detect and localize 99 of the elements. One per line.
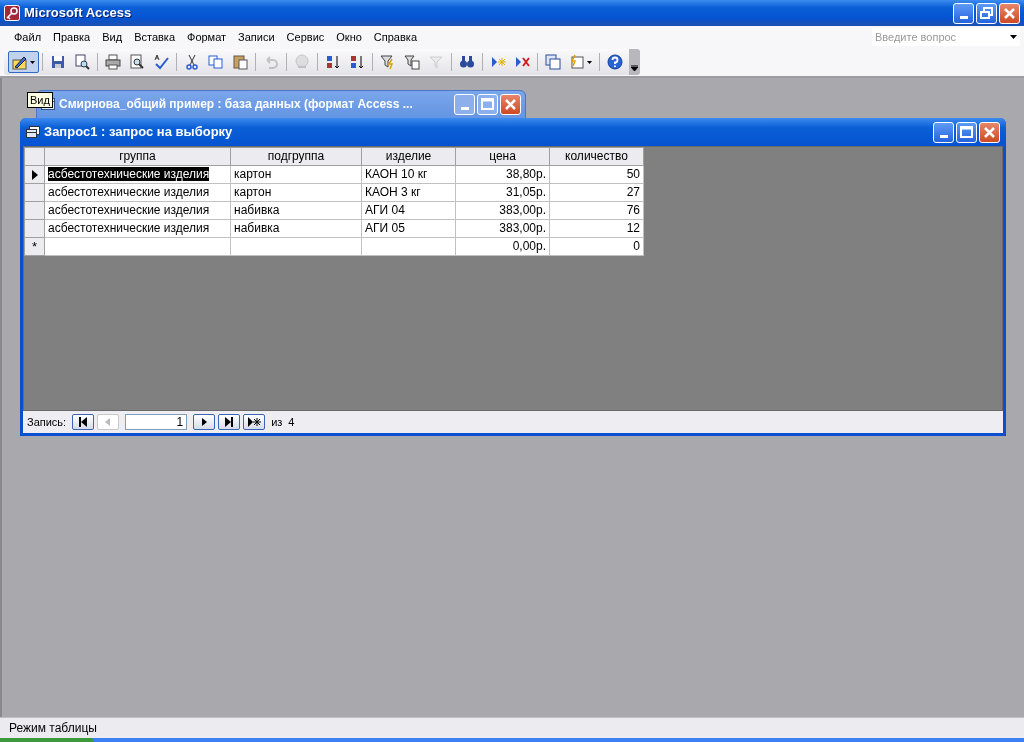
table-cell: 31,05р.	[505, 185, 546, 199]
sort-descending-icon	[349, 54, 365, 70]
column-header[interactable]: цена	[455, 147, 550, 166]
close-icon	[1004, 7, 1015, 19]
menu-item[interactable]: Окно	[330, 28, 368, 46]
table-cell: 12	[626, 221, 640, 235]
table-cell: 38,80р.	[505, 167, 546, 181]
maximize-icon	[960, 126, 973, 138]
column-header[interactable]: изделие	[361, 147, 456, 166]
new-record-icon	[247, 417, 262, 427]
window-title: Смирнова_общий пример : база данных (формат Access ...	[59, 96, 413, 113]
table-cell: 50	[626, 167, 640, 181]
last-record-button[interactable]	[218, 414, 241, 430]
filter-lightning-icon	[380, 54, 396, 70]
corner-cell	[24, 147, 45, 166]
scissors-icon	[184, 54, 200, 70]
record-number-field[interactable]: 1	[125, 414, 188, 430]
copy-icon	[208, 54, 224, 70]
undo-arrow-icon	[263, 54, 279, 70]
table-cell: асбестотехнические изделия	[48, 221, 210, 235]
table-cell: асбестотехнические изделия	[48, 203, 210, 217]
maximize-button[interactable]	[956, 121, 977, 143]
new-object-icon	[569, 54, 585, 70]
of-label: из	[271, 414, 283, 430]
table-cell: картон	[234, 185, 272, 199]
dropdown-arrow-icon	[587, 60, 592, 64]
dropdown-arrow-icon	[1009, 35, 1017, 39]
first-record-button[interactable]	[72, 414, 95, 430]
next-record-button[interactable]	[193, 414, 216, 430]
menu-item[interactable]: Вставка	[128, 28, 181, 46]
clipboard-icon	[232, 54, 248, 70]
table-cell: асбестотехнические изделия	[48, 185, 210, 199]
menu-item[interactable]: Файл	[8, 28, 48, 46]
menu-item[interactable]: Вид	[96, 28, 129, 46]
help-icon	[607, 54, 623, 70]
spelling-check-icon	[153, 54, 169, 70]
menu-item[interactable]: Записи	[232, 28, 281, 46]
save-icon	[50, 54, 66, 70]
table-cell: КАОН 3 кг	[365, 185, 421, 199]
file-search-icon	[74, 54, 90, 70]
status-text: Режим таблицы	[9, 720, 97, 737]
window-title: Запрос1 : запрос на выборку	[44, 123, 233, 142]
record-count: 4	[288, 414, 295, 430]
table-cell: 383,00р.	[499, 203, 546, 217]
question-field[interactable]: Введите вопрос	[872, 28, 1006, 46]
table-cell: 0,00р.	[512, 239, 546, 253]
delete-record-icon	[514, 54, 530, 70]
close-button[interactable]	[999, 2, 1020, 24]
column-header[interactable]: подгруппа	[230, 147, 362, 166]
table-cell: КАОН 10 кг	[365, 167, 428, 181]
print-preview-icon	[129, 54, 145, 70]
close-icon	[505, 98, 516, 110]
close-button[interactable]	[500, 93, 521, 115]
window-title: Microsoft Access	[24, 4, 132, 23]
menu-item[interactable]: Правка	[47, 28, 97, 46]
filter-form-icon	[404, 54, 420, 70]
binoculars-icon	[459, 54, 475, 70]
minimize-icon	[939, 134, 948, 138]
table-cell: АГИ 05	[365, 221, 405, 235]
maximize-icon	[481, 98, 494, 110]
table-cell: 76	[626, 203, 640, 217]
table-cell: картон	[234, 167, 272, 181]
record-label: Запись:	[27, 414, 67, 430]
menu-item[interactable]: Справка	[367, 28, 423, 46]
current-record-icon	[31, 169, 38, 180]
table-cell: набивка	[234, 221, 280, 235]
column-header[interactable]: группа	[44, 147, 231, 166]
query-icon	[26, 126, 40, 138]
restore-button[interactable]	[976, 2, 997, 24]
close-button[interactable]	[979, 121, 1000, 143]
database-window-icon	[545, 54, 561, 70]
restore-icon	[980, 7, 993, 19]
table-cell: набивка	[234, 203, 280, 217]
table-cell: 27	[626, 185, 640, 199]
new-record-button[interactable]	[243, 414, 266, 430]
minimize-button[interactable]	[933, 121, 954, 143]
datasheet-pencil-icon	[12, 54, 28, 70]
sort-ascending-icon	[325, 54, 341, 70]
dropdown-arrow-icon	[30, 60, 35, 64]
toolbar-options-button[interactable]	[629, 49, 640, 75]
table-cell: АГИ 04	[365, 203, 405, 217]
table-cell: 0	[633, 239, 640, 253]
column-header[interactable]: количество	[549, 147, 644, 166]
table-cell: асбестотехнические изделия	[48, 167, 210, 181]
close-icon	[984, 126, 995, 138]
funnel-icon	[428, 54, 444, 70]
chevron-down-icon	[631, 65, 638, 71]
minimize-icon	[460, 106, 469, 110]
datasheet-pencil-button[interactable]	[8, 51, 39, 73]
question-dropdown-button[interactable]	[1006, 28, 1020, 46]
key-icon	[4, 5, 20, 21]
tooltip: Вид	[27, 92, 53, 108]
minimize-button[interactable]	[953, 2, 974, 24]
printer-icon	[105, 54, 121, 70]
table-cell: 383,00р.	[499, 221, 546, 235]
minimize-icon	[959, 15, 968, 19]
menu-item[interactable]: Формат	[181, 28, 233, 46]
menu-item[interactable]: Сервис	[280, 28, 331, 46]
new-record-icon	[490, 54, 506, 70]
